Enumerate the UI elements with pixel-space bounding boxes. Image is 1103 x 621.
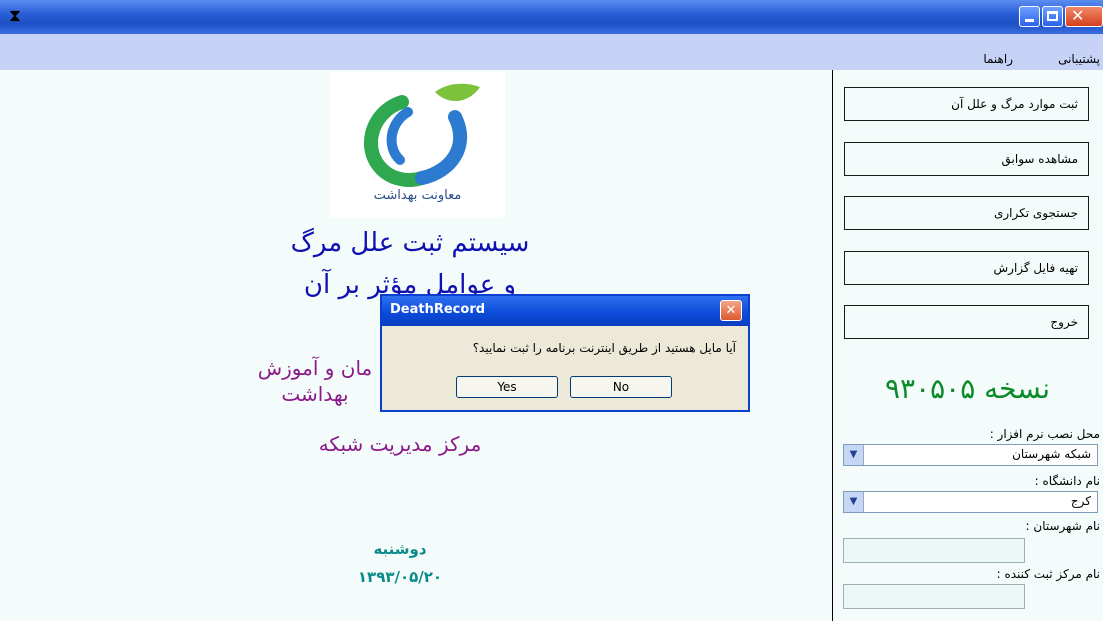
duplicate-search-button[interactable]: جستجوی تکراری bbox=[844, 196, 1089, 230]
city-field[interactable] bbox=[843, 538, 1025, 563]
dialog-message: آیا مایل هستید از طریق اینترنت برنامه را… bbox=[472, 341, 736, 355]
maximize-button[interactable] bbox=[1042, 6, 1063, 27]
dialog-title: DeathRecord bbox=[390, 302, 486, 317]
menu-item-help[interactable]: راهنما bbox=[983, 52, 1013, 66]
chevron-down-icon[interactable]: ▼ bbox=[844, 445, 864, 465]
center-name: مرکز مدیریت شبکه bbox=[318, 432, 482, 456]
current-date: ۱۳۹۳/۰۵/۲۰ bbox=[357, 568, 443, 586]
maximize-icon bbox=[1047, 11, 1058, 21]
university-select[interactable]: ▼ کرج bbox=[843, 491, 1098, 513]
logo: معاونت بهداشت bbox=[330, 72, 505, 218]
university-value: کرج bbox=[1070, 494, 1091, 508]
registrar-field[interactable] bbox=[843, 584, 1025, 609]
menu-item-support[interactable]: پشتیبانی bbox=[1058, 52, 1100, 66]
yes-button[interactable]: Yes bbox=[456, 376, 558, 398]
close-button[interactable]: ✕ bbox=[1065, 6, 1103, 27]
dialog-title-bar: DeathRecord ✕ bbox=[382, 296, 748, 326]
no-button[interactable]: No bbox=[570, 376, 672, 398]
exit-button[interactable]: خروج bbox=[844, 305, 1089, 339]
chevron-down-icon[interactable]: ▼ bbox=[844, 492, 864, 512]
system-title-line1: سیستم ثبت علل مرگ bbox=[290, 228, 530, 258]
menu-bar: پشتیبانی راهنما bbox=[0, 34, 1103, 70]
record-deaths-button[interactable]: ثبت موارد مرگ و علل آن bbox=[844, 87, 1089, 121]
minimize-icon bbox=[1025, 19, 1034, 22]
weekday: دوشنبه bbox=[373, 540, 427, 558]
registrar-label: نام مرکز ثبت کننده : bbox=[996, 567, 1100, 581]
install-location-value: شبکه شهرستان bbox=[1012, 447, 1091, 461]
hourglass-icon[interactable]: ⧗ bbox=[5, 6, 25, 26]
report-file-button[interactable]: تهیه فایل گزارش bbox=[844, 251, 1089, 285]
close-icon: ✕ bbox=[725, 303, 737, 318]
logo-caption: معاونت بهداشت bbox=[373, 188, 462, 203]
install-location-select[interactable]: ▼ شبکه شهرستان bbox=[843, 444, 1098, 466]
dialog-close-button[interactable]: ✕ bbox=[720, 300, 742, 321]
close-icon: ✕ bbox=[1071, 6, 1085, 25]
city-label: نام شهرستان : bbox=[1025, 519, 1100, 533]
university-label: نام دانشگاه : bbox=[1034, 474, 1100, 488]
minimize-button[interactable] bbox=[1019, 6, 1040, 27]
title-bar: ⧗ ✕ bbox=[0, 0, 1103, 34]
view-records-button[interactable]: مشاهده سوابق bbox=[844, 142, 1089, 176]
register-dialog: DeathRecord ✕ آیا مایل هستید از طریق این… bbox=[380, 294, 750, 412]
install-location-label: محل نصب نرم افزار : bbox=[989, 427, 1100, 441]
version-label: نسخه ۹۳۰۵۰۵ bbox=[885, 372, 1050, 405]
